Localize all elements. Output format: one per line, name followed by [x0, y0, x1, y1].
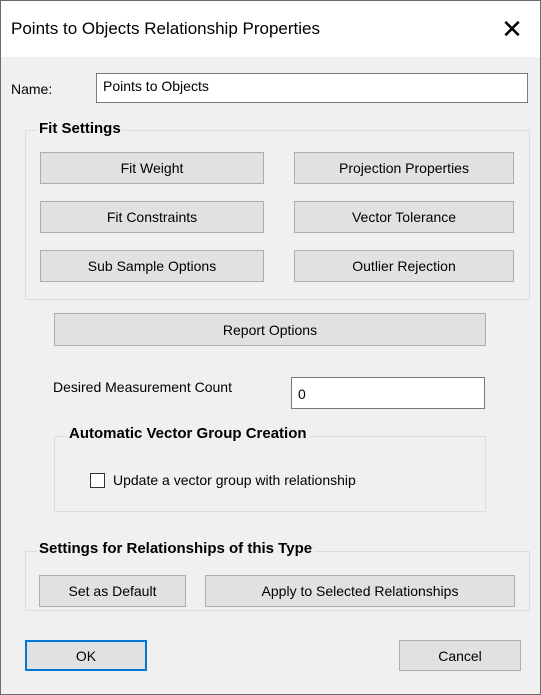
cancel-button[interactable]: Cancel [399, 640, 521, 671]
set-as-default-button[interactable]: Set as Default [39, 575, 186, 607]
update-vector-group-label[interactable]: Update a vector group with relationship [113, 472, 356, 488]
vector-group-heading: Automatic Vector Group Creation [67, 425, 309, 442]
vector-tolerance-button[interactable]: Vector Tolerance [294, 201, 514, 233]
relationship-settings-heading: Settings for Relationships of this Type [37, 540, 315, 557]
measurement-count-label: Desired Measurement Count [53, 379, 232, 395]
update-vector-group-checkbox[interactable] [90, 473, 105, 488]
outlier-rejection-button[interactable]: Outlier Rejection [294, 250, 514, 282]
name-input[interactable]: Points to Objects [96, 73, 528, 103]
ok-button[interactable]: OK [25, 640, 147, 671]
apply-to-selected-button[interactable]: Apply to Selected Relationships [205, 575, 515, 607]
measurement-count-input[interactable]: 0 [291, 377, 485, 409]
fit-settings-heading: Fit Settings [37, 120, 123, 137]
properties-dialog: Points to Objects Relationship Propertie… [0, 0, 541, 695]
window-title: Points to Objects Relationship Propertie… [11, 19, 320, 38]
sub-sample-options-button[interactable]: Sub Sample Options [40, 250, 264, 282]
fit-weight-button[interactable]: Fit Weight [40, 152, 264, 184]
fit-constraints-button[interactable]: Fit Constraints [40, 201, 264, 233]
dialog-client-area: Name: Points to Objects Fit Settings Fit… [1, 57, 540, 694]
title-bar[interactable]: Points to Objects Relationship Propertie… [1, 1, 540, 57]
projection-properties-button[interactable]: Projection Properties [294, 152, 514, 184]
report-options-button[interactable]: Report Options [54, 313, 486, 346]
name-label: Name: [11, 81, 53, 97]
close-icon[interactable]: ✕ [484, 1, 540, 57]
